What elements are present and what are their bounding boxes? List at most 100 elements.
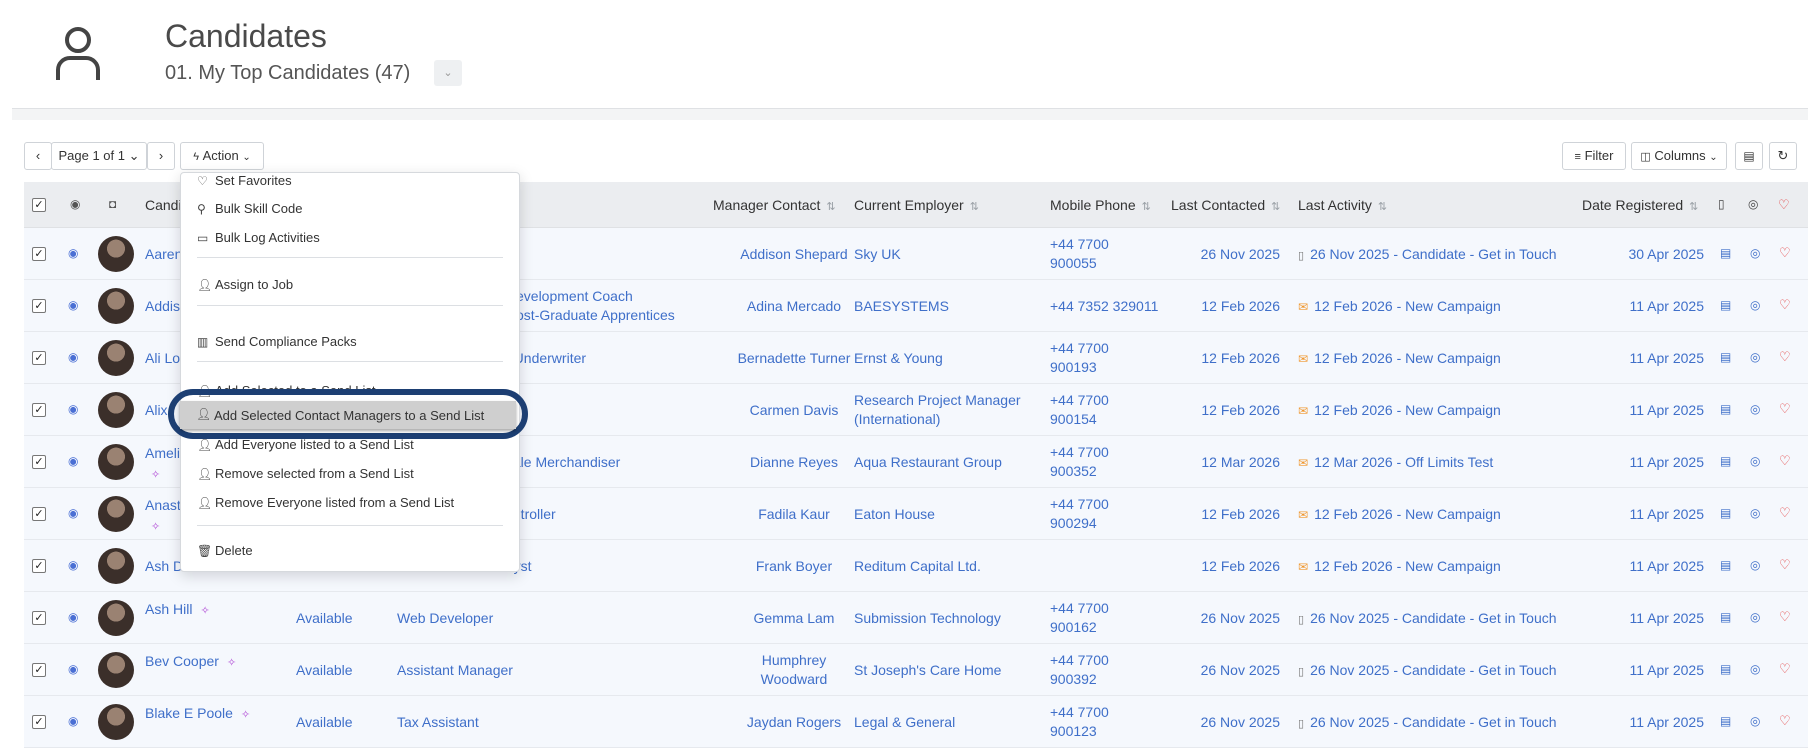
mobile-phone[interactable]: +44 7700 900193	[1050, 339, 1109, 377]
table-row[interactable]: ✓ ◉ Bev Cooper ✧ Available Assistant Manager H…	[24, 644, 1808, 696]
tag-icon[interactable]: ◎	[1750, 454, 1760, 468]
eye-icon[interactable]: ◉	[68, 610, 78, 624]
document-icon[interactable]: ▤	[1720, 610, 1731, 624]
pin-icon[interactable]: ✧	[200, 605, 209, 617]
current-employer[interactable]: Submission Technology	[854, 610, 1001, 626]
column-candidate[interactable]: Candi	[145, 197, 182, 213]
column-date-registered[interactable]: Date Registered ⇅	[1582, 197, 1698, 213]
tag-icon[interactable]: ◎	[1750, 662, 1760, 676]
eye-icon[interactable]: ◉	[68, 714, 78, 728]
document-icon[interactable]: ▤	[1720, 662, 1731, 676]
tag-icon[interactable]: ◎	[1750, 714, 1760, 728]
eye-icon[interactable]: ◉	[68, 298, 78, 312]
candidate-name[interactable]: Anast	[145, 497, 181, 513]
table-row[interactable]: ✓ ◉ Ash Hill ✧ Available Web Developer Gemma L…	[24, 592, 1808, 644]
document-icon[interactable]: ▤	[1720, 246, 1731, 260]
action-button[interactable]: ϟ Action ⌄	[180, 142, 264, 170]
eye-icon[interactable]: ◉	[68, 350, 78, 364]
last-activity[interactable]: ✉ 12 Feb 2026 - New Campaign	[1298, 298, 1501, 314]
refresh-icon[interactable]: ↻	[1769, 142, 1797, 170]
heart-icon[interactable]: ♡	[1779, 453, 1791, 469]
pin-icon[interactable]: ✧	[241, 709, 250, 721]
select-all-checkbox[interactable]: ✓	[32, 198, 46, 212]
job-title[interactable]: Assistant Manager	[397, 662, 513, 678]
menu-item[interactable]: 🗑︎ Delete	[181, 537, 519, 565]
column-last-contacted[interactable]: Last Contacted ⇅	[1171, 197, 1280, 213]
mobile-phone[interactable]: +44 7700 900162	[1050, 599, 1109, 637]
row-checkbox[interactable]: ✓	[32, 299, 46, 313]
menu-item[interactable]: 👤︎ Assign to Job	[181, 271, 519, 299]
menu-item[interactable]: 👤︎ Remove selected from a Send List	[181, 460, 519, 488]
menu-item[interactable]: ♡ Set Favorites	[181, 173, 519, 195]
manager-contact[interactable]: Humphrey Woodward	[724, 651, 864, 689]
next-page-button[interactable]: ›	[147, 142, 175, 170]
row-checkbox[interactable]: ✓	[32, 351, 46, 365]
job-title[interactable]: Web Developer	[397, 610, 493, 626]
tag-icon[interactable]: ◎	[1750, 350, 1760, 364]
mobile-phone[interactable]: +44 7700 900154	[1050, 391, 1109, 429]
candidate-name[interactable]: Addis	[145, 298, 180, 314]
heart-icon[interactable]: ♡	[1779, 245, 1791, 261]
heart-icon[interactable]: ♡	[1779, 713, 1791, 729]
heart-icon[interactable]: ♡	[1779, 505, 1791, 521]
heart-icon[interactable]: ♡	[1779, 661, 1791, 677]
tag-icon[interactable]: ◎	[1750, 506, 1760, 520]
current-employer[interactable]: St Joseph's Care Home	[854, 662, 1001, 678]
pin-icon[interactable]: ✧	[227, 657, 236, 669]
table-row[interactable]: ✓ ◉ Blake E Poole ✧ Available Tax Assistant Ja…	[24, 696, 1808, 748]
heart-icon[interactable]: ♡	[1779, 609, 1791, 625]
eye-icon[interactable]: ◉	[68, 246, 78, 260]
last-activity[interactable]: ▯ 26 Nov 2025 - Candidate - Get in Touch	[1298, 662, 1557, 678]
job-title[interactable]: s Development Coach 7 Post-Graduate Appre…	[495, 287, 675, 325]
candidate-name[interactable]: Ali Lo	[145, 350, 180, 366]
mobile-phone[interactable]: +44 7352 329011	[1050, 298, 1158, 314]
tag-icon[interactable]: ◎	[1750, 298, 1760, 312]
row-checkbox[interactable]: ✓	[32, 611, 46, 625]
candidate-name[interactable]: Bev Cooper ✧	[145, 653, 236, 669]
row-checkbox[interactable]: ✓	[32, 403, 46, 417]
row-checkbox[interactable]: ✓	[32, 507, 46, 521]
column-last-activity[interactable]: Last Activity ⇅	[1298, 197, 1387, 213]
candidate-name[interactable]: Ash D	[145, 558, 183, 574]
mobile-phone[interactable]: +44 7700 900123	[1050, 703, 1109, 741]
pin-icon[interactable]: ✧	[151, 520, 160, 533]
current-employer[interactable]: Legal & General	[854, 714, 955, 730]
document-icon[interactable]: ▤	[1720, 402, 1731, 416]
menu-item[interactable]: ▭ Bulk Log Activities	[181, 224, 519, 252]
menu-item[interactable]: ▥ Send Compliance Packs	[181, 328, 519, 356]
document-icon[interactable]: ▤	[1720, 506, 1731, 520]
row-checkbox[interactable]: ✓	[32, 715, 46, 729]
eye-icon[interactable]: ◉	[68, 454, 78, 468]
document-icon[interactable]: ▤	[1720, 298, 1731, 312]
eye-icon[interactable]: ◉	[68, 402, 78, 416]
mobile-phone[interactable]: +44 7700 900055	[1050, 235, 1109, 273]
current-employer[interactable]: Eaton House	[854, 506, 935, 522]
menu-item-add-selected-contact-managers-to-send-list[interactable]: 👤︎ Add Selected Contact Managers to a Se…	[180, 401, 516, 429]
last-activity[interactable]: ✉ 12 Feb 2026 - New Campaign	[1298, 402, 1501, 418]
current-employer[interactable]: Sky UK	[854, 246, 901, 262]
candidate-name[interactable]: Alix	[145, 402, 168, 418]
column-manager-contact[interactable]: Manager Contact ⇅	[713, 197, 836, 213]
last-activity[interactable]: ✉ 12 Feb 2026 - New Campaign	[1298, 558, 1501, 574]
pin-icon[interactable]: ✧	[151, 468, 160, 481]
menu-item[interactable]: 👤︎ Remove Everyone listed from a Send Lis…	[181, 489, 519, 517]
tag-icon[interactable]: ◎	[1750, 558, 1760, 572]
document-icon[interactable]: ▤	[1720, 350, 1731, 364]
document-icon[interactable]: ▤	[1720, 454, 1731, 468]
current-employer[interactable]: BAESYSTEMS	[854, 298, 949, 314]
candidate-name[interactable]: Ash Hill ✧	[145, 601, 210, 617]
last-activity[interactable]: ✉ 12 Feb 2026 - New Campaign	[1298, 350, 1501, 366]
columns-button[interactable]: ◫ Columns ⌄	[1631, 142, 1727, 170]
current-employer[interactable]: Aqua Restaurant Group	[854, 454, 1002, 470]
last-activity[interactable]: ▯ 26 Nov 2025 - Candidate - Get in Touch	[1298, 246, 1557, 262]
heart-icon[interactable]: ♡	[1779, 401, 1791, 417]
column-current-employer[interactable]: Current Employer ⇅	[854, 197, 979, 213]
candidate-name[interactable]: Aaren	[145, 246, 182, 262]
chevron-down-icon[interactable]: ⌄	[434, 60, 462, 86]
heart-icon[interactable]: ♡	[1779, 297, 1791, 313]
tag-icon[interactable]: ◎	[1750, 610, 1760, 624]
mobile-phone[interactable]: +44 7700 900392	[1050, 651, 1109, 689]
eye-icon[interactable]: ◉	[68, 558, 78, 572]
last-activity[interactable]: ▯ 26 Nov 2025 - Candidate - Get in Touch	[1298, 610, 1557, 626]
current-employer[interactable]: Ernst & Young	[854, 350, 943, 366]
